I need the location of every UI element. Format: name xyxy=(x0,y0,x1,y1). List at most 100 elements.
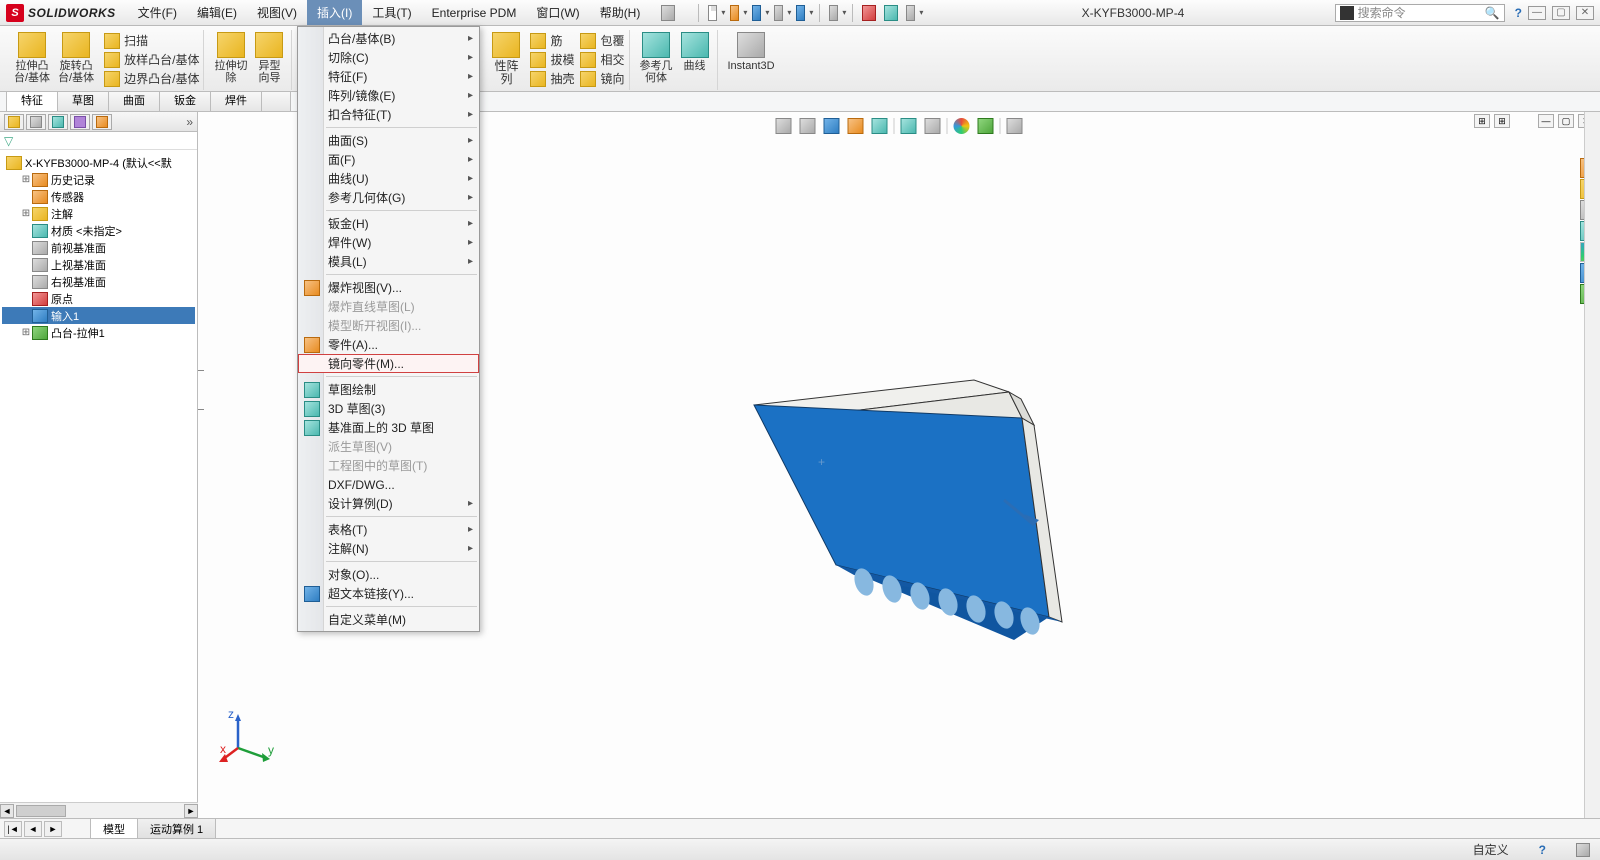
vt-view-settings[interactable] xyxy=(1005,116,1025,136)
mgrtab-more[interactable]: » xyxy=(186,115,193,129)
qtb-settings[interactable] xyxy=(903,3,923,23)
mgrtab-dimxpert[interactable] xyxy=(70,114,90,130)
mgrtab-property[interactable] xyxy=(26,114,46,130)
dd-item-6-1[interactable]: 超文本链接(Y)... xyxy=(298,584,479,603)
dd-item-3-3[interactable]: 零件(A)... xyxy=(298,335,479,354)
dd-item-0-2[interactable]: 特征(F) xyxy=(298,67,479,86)
menu-pdm[interactable]: Enterprise PDM xyxy=(422,0,527,25)
tree-item-2[interactable]: ⊞注解 xyxy=(2,205,195,222)
ribbon-hole-wizard[interactable]: 异型 向导 xyxy=(251,30,287,86)
tree-item-5[interactable]: 上视基准面 xyxy=(2,256,195,273)
mgrtab-config[interactable] xyxy=(48,114,68,130)
tree-item-9[interactable]: ⊞凸台-拉伸1 xyxy=(2,324,195,341)
qtb-options[interactable] xyxy=(881,3,901,23)
ribbon-draft[interactable]: 拔模 xyxy=(530,51,574,68)
status-custom[interactable]: 自定义 xyxy=(1473,841,1509,858)
dd-item-3-0[interactable]: 爆炸视图(V)... xyxy=(298,278,479,297)
qtb-open[interactable] xyxy=(727,3,747,23)
tree-item-8[interactable]: 输入1 xyxy=(2,307,195,324)
menu-tools[interactable]: 工具(T) xyxy=(362,0,421,25)
vt-zoom-area[interactable] xyxy=(798,116,818,136)
view-triad[interactable]: z y x xyxy=(218,708,278,768)
ribbon-extrude-boss[interactable]: 拉伸凸 台/基体 xyxy=(10,30,54,87)
dd-item-1-1[interactable]: 面(F) xyxy=(298,150,479,169)
tree-root[interactable]: X-KYFB3000-MP-4 (默认<<默 xyxy=(2,154,195,171)
ribbon-loft[interactable]: 放样凸台/基体 xyxy=(104,51,199,68)
menu-window[interactable]: 窗口(W) xyxy=(526,0,589,25)
ribbon-ref-geometry[interactable]: 参考几 何体 xyxy=(636,30,677,86)
ribbon-curves[interactable]: 曲线 xyxy=(677,30,713,86)
dd-item-1-0[interactable]: 曲面(S) xyxy=(298,131,479,150)
dd-item-5-1[interactable]: 注解(N) xyxy=(298,539,479,558)
view-restore[interactable]: ▢ xyxy=(1558,114,1574,128)
maximize-button[interactable]: ▢ xyxy=(1552,6,1570,20)
btab-nav-prev[interactable]: ◄ xyxy=(24,821,42,837)
qtb-print[interactable] xyxy=(771,3,791,23)
tree-expander[interactable]: ⊞ xyxy=(20,208,32,219)
tree-item-7[interactable]: 原点 xyxy=(2,290,195,307)
view-help-1[interactable]: ⊞ xyxy=(1474,114,1490,128)
qtb-save[interactable] xyxy=(749,3,769,23)
menu-insert[interactable]: 插入(I) xyxy=(307,0,362,25)
menu-help[interactable]: 帮助(H) xyxy=(590,0,651,25)
status-help-icon[interactable]: ? xyxy=(1539,843,1546,857)
tree-item-6[interactable]: 右视基准面 xyxy=(2,273,195,290)
vt-view-orient[interactable] xyxy=(870,116,890,136)
close-button[interactable]: ✕ xyxy=(1576,6,1594,20)
dd-item-4-6[interactable]: 设计算例(D) xyxy=(298,494,479,513)
ribbon-mirror[interactable]: 镜向 xyxy=(580,70,624,87)
btab-motion-study[interactable]: 运动算例 1 xyxy=(137,818,216,840)
ribbon-intersect[interactable]: 相交 xyxy=(580,51,624,68)
tree-item-3[interactable]: 材质 <未指定> xyxy=(2,222,195,239)
status-unit-icon[interactable] xyxy=(1576,843,1590,857)
ribbon-rib[interactable]: 筋 xyxy=(530,32,574,49)
tree-item-1[interactable]: 传感器 xyxy=(2,188,195,205)
ribbon-sweep[interactable]: 扫描 xyxy=(104,32,199,49)
vt-display-style[interactable] xyxy=(899,116,919,136)
search-command-input[interactable]: 搜索命令 🔍 xyxy=(1335,4,1505,22)
view-help-2[interactable]: ⊞ xyxy=(1494,114,1510,128)
btab-model[interactable]: 模型 xyxy=(90,818,138,840)
dd-item-0-4[interactable]: 扣合特征(T) xyxy=(298,105,479,124)
btab-nav-next[interactable]: ► xyxy=(44,821,62,837)
mgrtab-feature[interactable] xyxy=(4,114,24,130)
qtb-new[interactable] xyxy=(705,3,725,23)
ribbon-extrude-cut[interactable]: 拉伸切 除 xyxy=(210,30,251,86)
tree-hscroll[interactable]: ◄ ► xyxy=(0,802,198,818)
viewport-vscroll[interactable] xyxy=(1584,112,1600,838)
panel-splitter[interactable] xyxy=(198,370,204,410)
help-dropdown[interactable]: ? xyxy=(1515,6,1522,20)
dd-item-2-2[interactable]: 模具(L) xyxy=(298,252,479,271)
dd-item-0-1[interactable]: 切除(C) xyxy=(298,48,479,67)
menu-view[interactable]: 视图(V) xyxy=(247,0,307,25)
dd-item-4-0[interactable]: 草图绘制 xyxy=(298,380,479,399)
tree-filter[interactable]: ▽ xyxy=(0,132,197,150)
tree-item-4[interactable]: 前视基准面 xyxy=(2,239,195,256)
vt-scene[interactable] xyxy=(976,116,996,136)
ribbon-revolve-boss[interactable]: 旋转凸 台/基体 xyxy=(54,30,98,87)
tree-expander[interactable]: ⊞ xyxy=(20,327,32,338)
vt-prev-view[interactable] xyxy=(822,116,842,136)
dd-item-0-0[interactable]: 凸台/基体(B) xyxy=(298,29,479,48)
menu-pin[interactable] xyxy=(658,3,678,23)
qtb-rebuild[interactable] xyxy=(859,3,879,23)
view-minimize[interactable]: — xyxy=(1538,114,1554,128)
ribbon-boundary[interactable]: 边界凸台/基体 xyxy=(104,70,199,87)
dd-item-2-1[interactable]: 焊件(W) xyxy=(298,233,479,252)
dd-item-1-2[interactable]: 曲线(U) xyxy=(298,169,479,188)
qtb-select[interactable] xyxy=(826,3,846,23)
dd-item-2-0[interactable]: 钣金(H) xyxy=(298,214,479,233)
tree-item-0[interactable]: ⊞历史记录 xyxy=(2,171,195,188)
btab-nav-first[interactable]: |◄ xyxy=(4,821,22,837)
vt-appearance[interactable] xyxy=(952,116,972,136)
tree-expander[interactable]: ⊞ xyxy=(20,174,32,185)
dd-item-0-3[interactable]: 阵列/镜像(E) xyxy=(298,86,479,105)
vt-section[interactable] xyxy=(846,116,866,136)
dd-item-4-2[interactable]: 基准面上的 3D 草图 xyxy=(298,418,479,437)
ribbon-shell[interactable]: 抽壳 xyxy=(530,70,574,87)
ribbon-instant3d[interactable]: Instant3D xyxy=(724,30,779,74)
dd-item-5-0[interactable]: 表格(T) xyxy=(298,520,479,539)
vt-hide-show[interactable] xyxy=(923,116,943,136)
mgrtab-render[interactable] xyxy=(92,114,112,130)
qtb-undo[interactable] xyxy=(793,3,813,23)
